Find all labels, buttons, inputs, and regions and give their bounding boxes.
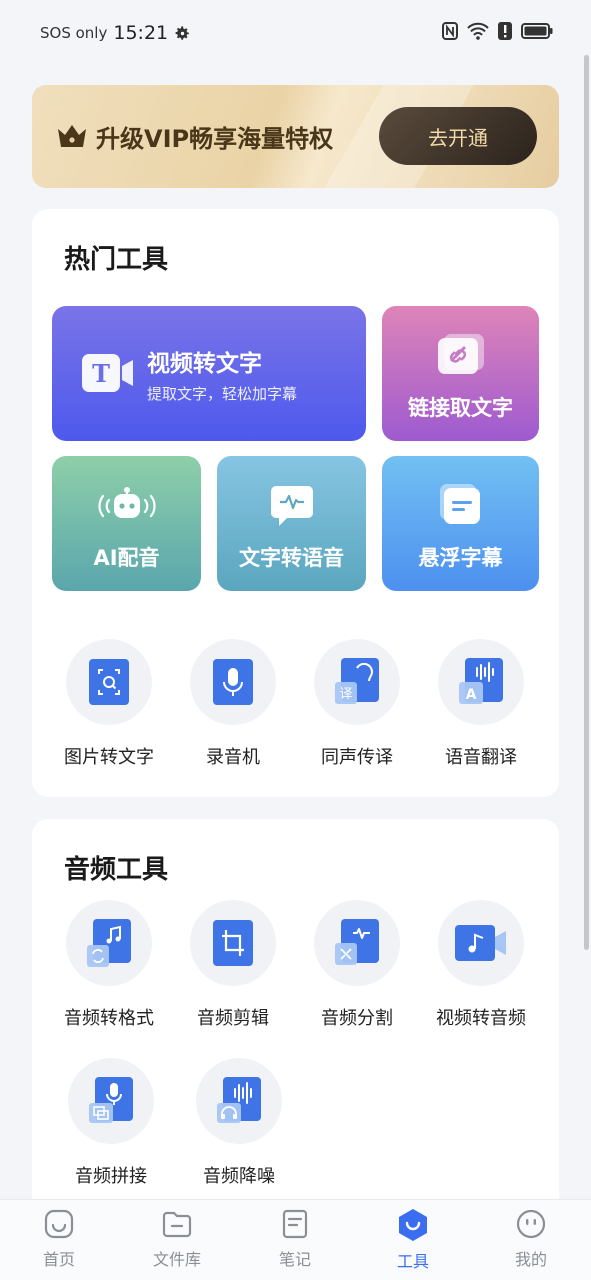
image-to-text-label: 图片转文字 [64,747,154,768]
speech-bubble-icon [271,486,313,526]
audio-split-label: 音频分割 [321,1008,393,1029]
link-to-text-label: 链接取文字 [408,396,513,420]
gear-icon [175,25,189,40]
audio-trim-tool[interactable]: 音频剪辑 [171,900,295,1030]
crown-icon [58,125,86,147]
audio-merge-icon [89,1077,133,1123]
image-scan-icon [89,659,129,705]
recorder-tool[interactable]: 录音机 [171,639,295,769]
subtitle-icon [440,484,480,524]
svg-text:A: A [466,687,477,703]
vip-text: 升级VIP畅享海量特权 [96,125,334,153]
wifi-icon [467,22,489,40]
svg-text:译: 译 [339,687,352,702]
voice-translate-icon: A [459,658,503,704]
video-to-text-tile[interactable]: T 视频转文字 提取文字，轻松加字幕 [52,306,366,441]
tools-icon [399,1209,427,1241]
ai-dubbing-tile[interactable]: AI配音 [52,456,201,591]
video-to-text-sub: 提取文字，轻松加字幕 [147,385,298,403]
audio-denoise-label: 音频降噪 [203,1166,275,1187]
hot-tools-title: 热门工具 [64,245,169,275]
audio-split-tool[interactable]: 音频分割 [295,900,419,1030]
floating-subtitle-label: 悬浮字幕 [418,546,503,570]
clock: 15:21 [113,22,169,44]
voice-translate-tool[interactable]: A 语音翻译 [419,639,543,769]
status-bar: SOS only 15:21 [0,0,591,66]
simultaneous-interpretation-tool[interactable]: 译 同声传译 [295,639,419,769]
hot-tools-card: 热门工具 T 视频转文字 提取文字，轻松加字幕 链接取文字 AI配音 文字转语音… [32,209,559,797]
carrier-text: SOS only [40,24,108,42]
battery-icon [521,23,553,39]
video-to-audio-label: 视频转音频 [436,1008,526,1029]
robot-icon [98,487,156,518]
alert-icon [498,22,512,40]
nfc-icon [442,22,458,40]
recorder-label: 录音机 [206,747,260,768]
video-to-audio-tool[interactable]: 视频转音频 [419,900,543,1030]
nav-label-notes: 笔记 [278,1250,311,1269]
link-to-text-tile[interactable]: 链接取文字 [382,306,539,441]
note-icon [282,1209,308,1239]
floating-subtitle-tile[interactable]: 悬浮字幕 [382,456,539,591]
video-text-icon: T [82,354,133,392]
nav-label-mine: 我的 [514,1250,547,1269]
nav-item-notes[interactable]: 笔记 [236,1208,354,1270]
audio-convert-icon [87,919,131,967]
simultaneous-interpretation-label: 同声传译 [321,747,393,768]
home-icon [44,1209,74,1239]
nav-item-mine[interactable]: 我的 [472,1208,590,1270]
audio-tools-card: 音频工具 音频转格式 音频剪辑 音频分割 视频转音频 音频拼接 音频降噪 [32,819,559,1219]
nav-label-files: 文件库 [152,1250,201,1269]
audio-split-icon [335,919,379,965]
audio-convert-label: 音频转格式 [64,1008,154,1029]
voice-translate-label: 语音翻译 [445,747,517,768]
nav-item-tools[interactable]: 工具 [354,1208,472,1272]
bottom-nav: 首页 文件库 笔记 工具 我的 [0,1199,591,1280]
svg-text:T: T [92,359,110,388]
image-to-text-tool[interactable]: 图片转文字 [47,639,171,769]
nav-label-tools: 工具 [396,1252,429,1271]
scrollbar[interactable] [584,55,589,950]
vip-open-button[interactable]: 去开通 [379,107,537,165]
microphone-icon [213,659,253,705]
text-to-speech-label: 文字转语音 [239,546,344,570]
audio-trim-label: 音频剪辑 [197,1008,269,1029]
profile-icon [516,1209,546,1239]
nav-label-home: 首页 [42,1250,75,1269]
ai-dubbing-label: AI配音 [93,546,160,570]
crop-icon [213,920,253,966]
interpretation-icon: 译 [335,658,379,704]
nav-item-files[interactable]: 文件库 [118,1208,236,1270]
text-to-speech-tile[interactable]: 文字转语音 [217,456,366,591]
audio-merge-label: 音频拼接 [75,1166,147,1187]
audio-tools-title: 音频工具 [64,855,169,885]
audio-denoise-icon [217,1077,261,1123]
video-audio-icon [455,925,506,961]
audio-convert-tool[interactable]: 音频转格式 [47,900,171,1030]
nav-item-home[interactable]: 首页 [0,1208,118,1270]
folder-icon [162,1211,192,1238]
vip-banner[interactable]: 升级VIP畅享海量特权 去开通 [32,85,559,188]
audio-denoise-tool[interactable]: 音频降噪 [177,1058,301,1188]
link-icon [438,334,484,374]
video-to-text-label: 视频转文字 [147,351,262,377]
audio-merge-tool[interactable]: 音频拼接 [49,1058,173,1188]
